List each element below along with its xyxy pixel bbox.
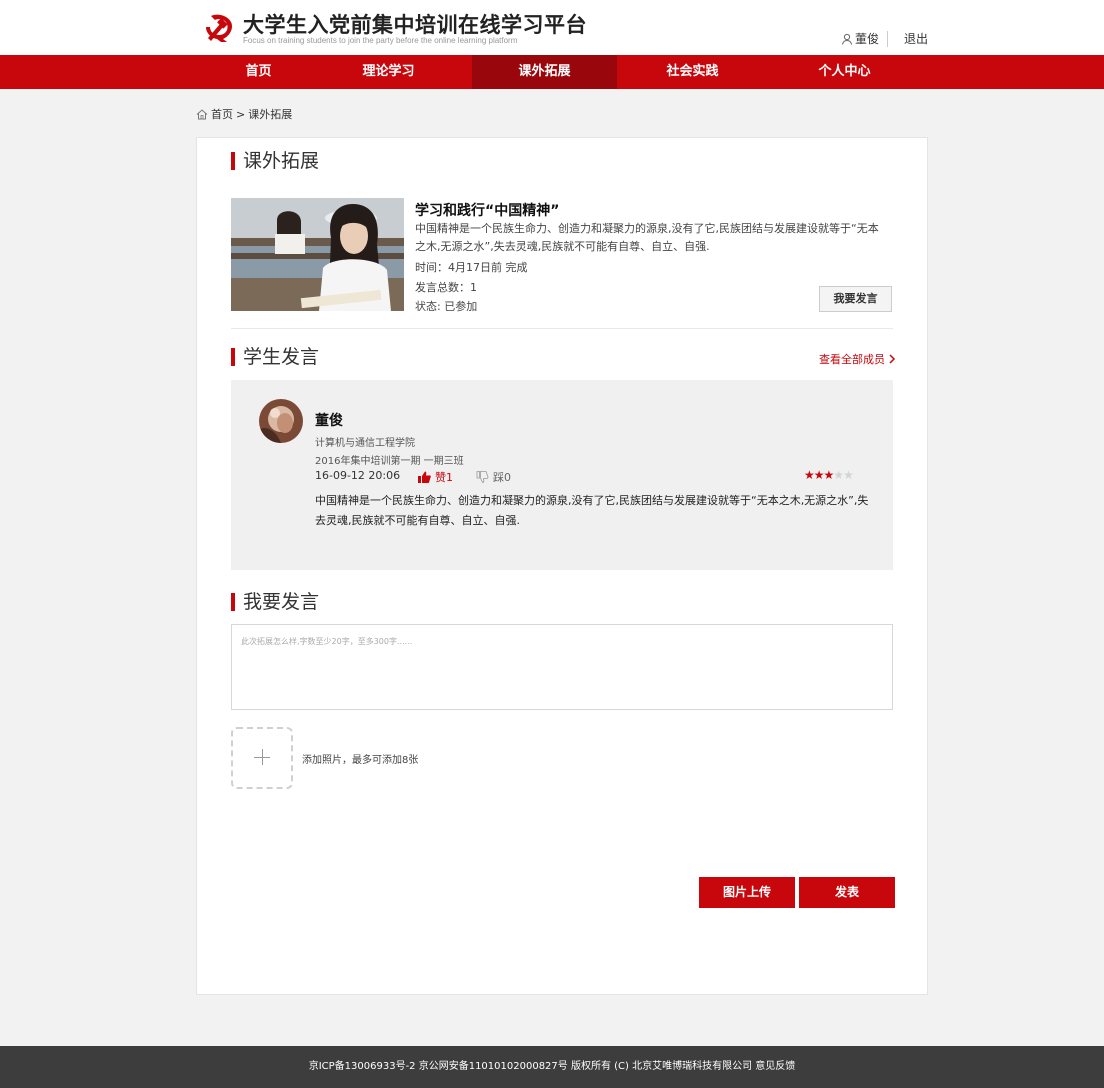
party-emblem-icon xyxy=(206,14,233,42)
thumbs-down-icon xyxy=(476,471,489,483)
thumbs-up-icon xyxy=(418,471,431,483)
commenter-class: 2016年集中培训第一期 一期三班 xyxy=(315,456,464,467)
breadcrumb-current: 课外拓展 xyxy=(248,108,293,121)
star-icon: ★ xyxy=(804,468,815,482)
comment-text: 中国精神是一个民族生命力、创造力和凝聚力的源泉,没有了它,民族团结与发展建设就等… xyxy=(315,494,869,527)
site-title: 大学生入党前集中培训在线学习平台 xyxy=(243,13,587,37)
dislike-button[interactable]: 踩0 xyxy=(476,469,511,485)
commenter-name[interactable]: 董俊 xyxy=(315,410,343,430)
add-photo-tip: 添加照片，最多可添加8张 xyxy=(302,755,419,766)
like-count: 赞1 xyxy=(435,471,453,484)
main-nav: 首页 理论学习 课外拓展 社会实践 个人中心 xyxy=(0,55,1104,89)
dislike-count: 踩0 xyxy=(493,471,511,484)
comment-item: 董俊 计算机与通信工程学院 2016年集中培训第一期 一期三班 16-09-12… xyxy=(231,380,893,570)
view-all-label: 查看全部成员 xyxy=(819,353,885,366)
star-icon: ★ xyxy=(823,468,835,482)
star-icon: ★ xyxy=(813,468,825,482)
user-box: 董俊 退出 xyxy=(841,30,928,47)
nav-item-social-practice[interactable]: 社会实践 xyxy=(620,55,765,89)
activity-image[interactable] xyxy=(231,198,404,311)
breadcrumb-home[interactable]: 首页 xyxy=(211,106,233,122)
footer: 京ICP备13006933号-2 京公网安备11010102000827号 版权… xyxy=(0,1046,1104,1088)
site-subtitle: Focus on training students to join the p… xyxy=(243,36,518,45)
activity-speech-count: 发言总数：1 xyxy=(415,281,477,294)
breadcrumb: 首页 > 课外拓展 xyxy=(196,106,292,122)
nav-item-theory[interactable]: 理论学习 xyxy=(316,55,461,89)
speech-input[interactable] xyxy=(231,624,893,710)
activity-description: 中国精神是一个民族生命力、创造力和凝聚力的源泉,没有了它,民族团结与发展建设就等… xyxy=(415,222,879,253)
nav-item-personal-center[interactable]: 个人中心 xyxy=(772,55,917,89)
section-title-my-speech: 我要发言 xyxy=(231,591,319,613)
logout-link[interactable]: 退出 xyxy=(904,30,928,47)
publish-button[interactable]: 发表 xyxy=(799,877,895,908)
star-icon: ★ xyxy=(833,468,844,482)
top-header: 大学生入党前集中培训在线学习平台 Focus on training stude… xyxy=(0,0,1104,55)
star-icon: ★ xyxy=(843,468,854,482)
chevron-right-icon xyxy=(889,354,896,364)
content-card: 课外拓展 学习和践行“中国精神” 中国精神是一个民族生命力、创造力和凝聚力的源泉… xyxy=(196,137,928,995)
star-rating: ★★★★★ xyxy=(804,468,854,482)
activity-time: 时间：4月17日前 完成 xyxy=(415,261,528,274)
user-icon xyxy=(841,33,852,45)
divider xyxy=(886,30,888,47)
breadcrumb-separator: > xyxy=(236,107,246,121)
section-title-extracurricular: 课外拓展 xyxy=(231,150,319,172)
avatar[interactable] xyxy=(259,399,303,443)
commenter-college: 计算机与通信工程学院 xyxy=(315,438,415,449)
comment-datetime: 16-09-12 20:06 xyxy=(315,469,401,482)
upload-image-button[interactable]: 图片上传 xyxy=(699,877,795,908)
view-all-members-link[interactable]: 查看全部成员 xyxy=(819,351,896,367)
add-photo-button[interactable] xyxy=(231,727,293,789)
user-name-link[interactable]: 董俊 xyxy=(855,30,879,47)
nav-item-home[interactable]: 首页 xyxy=(186,55,331,89)
speak-button[interactable]: 我要发言 xyxy=(819,286,892,312)
activity-title[interactable]: 学习和践行“中国精神” xyxy=(415,200,559,220)
activity-status: 状态: 已参加 xyxy=(415,300,478,313)
like-button[interactable]: 赞1 xyxy=(418,469,453,485)
nav-item-extracurricular[interactable]: 课外拓展 xyxy=(472,55,617,89)
section-title-student-speech: 学生发言 xyxy=(231,346,319,368)
section-divider xyxy=(231,328,893,329)
home-icon xyxy=(196,108,208,119)
